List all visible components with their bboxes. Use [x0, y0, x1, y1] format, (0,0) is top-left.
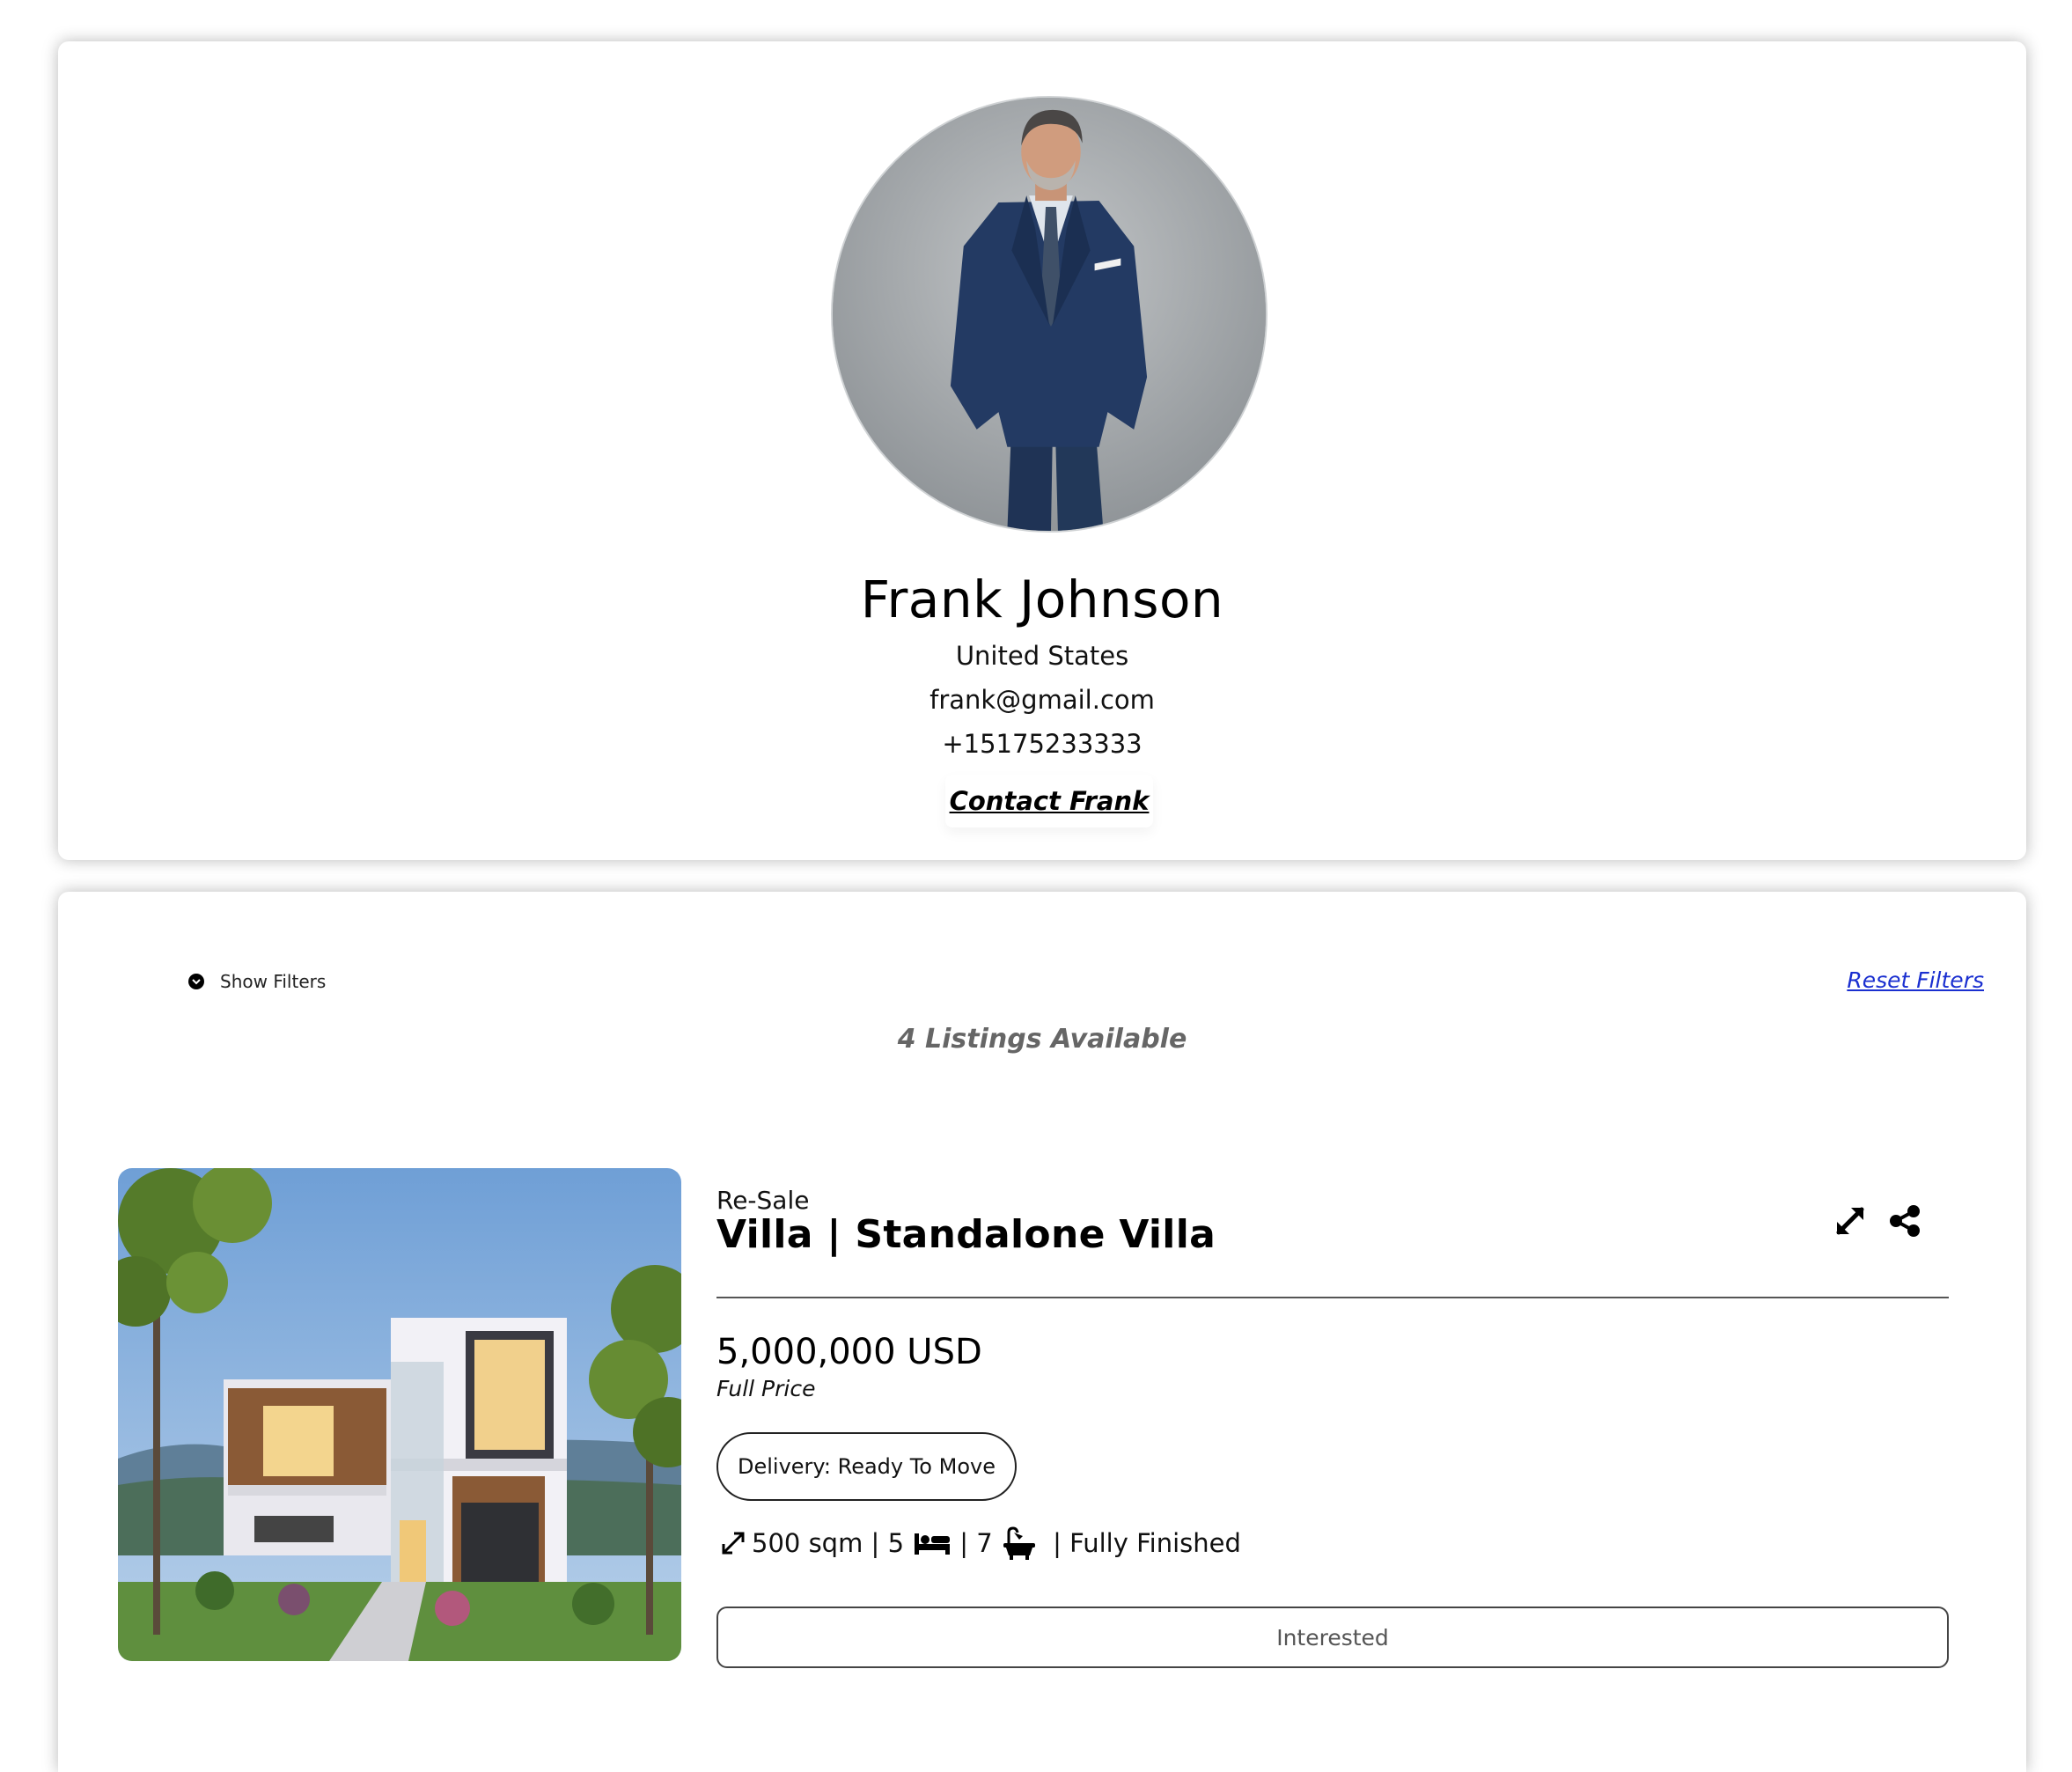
- agent-country: United States: [955, 641, 1129, 671]
- spec-separator: |: [1036, 1528, 1070, 1558]
- listing-price-type: Full Price: [716, 1376, 816, 1401]
- share-icon[interactable]: [1887, 1203, 1922, 1239]
- area-value: 500 sqm: [752, 1528, 863, 1558]
- contact-agent-link[interactable]: Contact Frank: [945, 775, 1153, 827]
- listing-sale-type: Re-Sale: [716, 1186, 810, 1215]
- show-filters-toggle[interactable]: Show Filters: [188, 971, 326, 992]
- listing-actions: [1833, 1203, 1922, 1239]
- agent-portrait: [833, 98, 1266, 531]
- bed-icon: [913, 1530, 952, 1556]
- agent-name: Frank Johnson: [860, 570, 1224, 629]
- listing-specs: 500 sqm | 5 | 7 | Fully Finished: [720, 1526, 1241, 1561]
- spec-separator: |: [863, 1528, 888, 1558]
- listing-image[interactable]: [118, 1168, 681, 1661]
- listings-count: 4 Listings Available: [897, 1024, 1187, 1055]
- agent-phone: +15175233333: [942, 729, 1143, 759]
- interested-button[interactable]: Interested: [716, 1607, 1949, 1668]
- delivery-badge: Delivery: Ready To Move: [716, 1432, 1017, 1501]
- resize-arrow-icon: [720, 1530, 746, 1556]
- chevron-down-circle-icon: [188, 974, 204, 989]
- finishing-value: Fully Finished: [1069, 1528, 1241, 1558]
- reset-filters-link[interactable]: Reset Filters: [1847, 967, 1984, 993]
- agent-email: frank@gmail.com: [929, 685, 1155, 715]
- bedrooms-value: 5: [887, 1528, 905, 1558]
- bathtub-icon: [1002, 1526, 1037, 1561]
- profile-card: Frank Johnson United States frank@gmail.…: [58, 41, 2026, 860]
- listings-card: Show Filters Reset Filters 4 Listings Av…: [58, 892, 2026, 1772]
- expand-icon[interactable]: [1833, 1203, 1868, 1239]
- listing-divider: [716, 1297, 1949, 1298]
- villa-photo: [118, 1168, 681, 1661]
- show-filters-label: Show Filters: [220, 971, 327, 992]
- bathrooms-value: 7: [976, 1528, 993, 1558]
- spec-separator: |: [952, 1528, 977, 1558]
- listing-title[interactable]: Villa | Standalone Villa: [716, 1212, 1216, 1257]
- listing-price: 5,000,000 USD: [716, 1332, 982, 1372]
- avatar: [831, 96, 1267, 533]
